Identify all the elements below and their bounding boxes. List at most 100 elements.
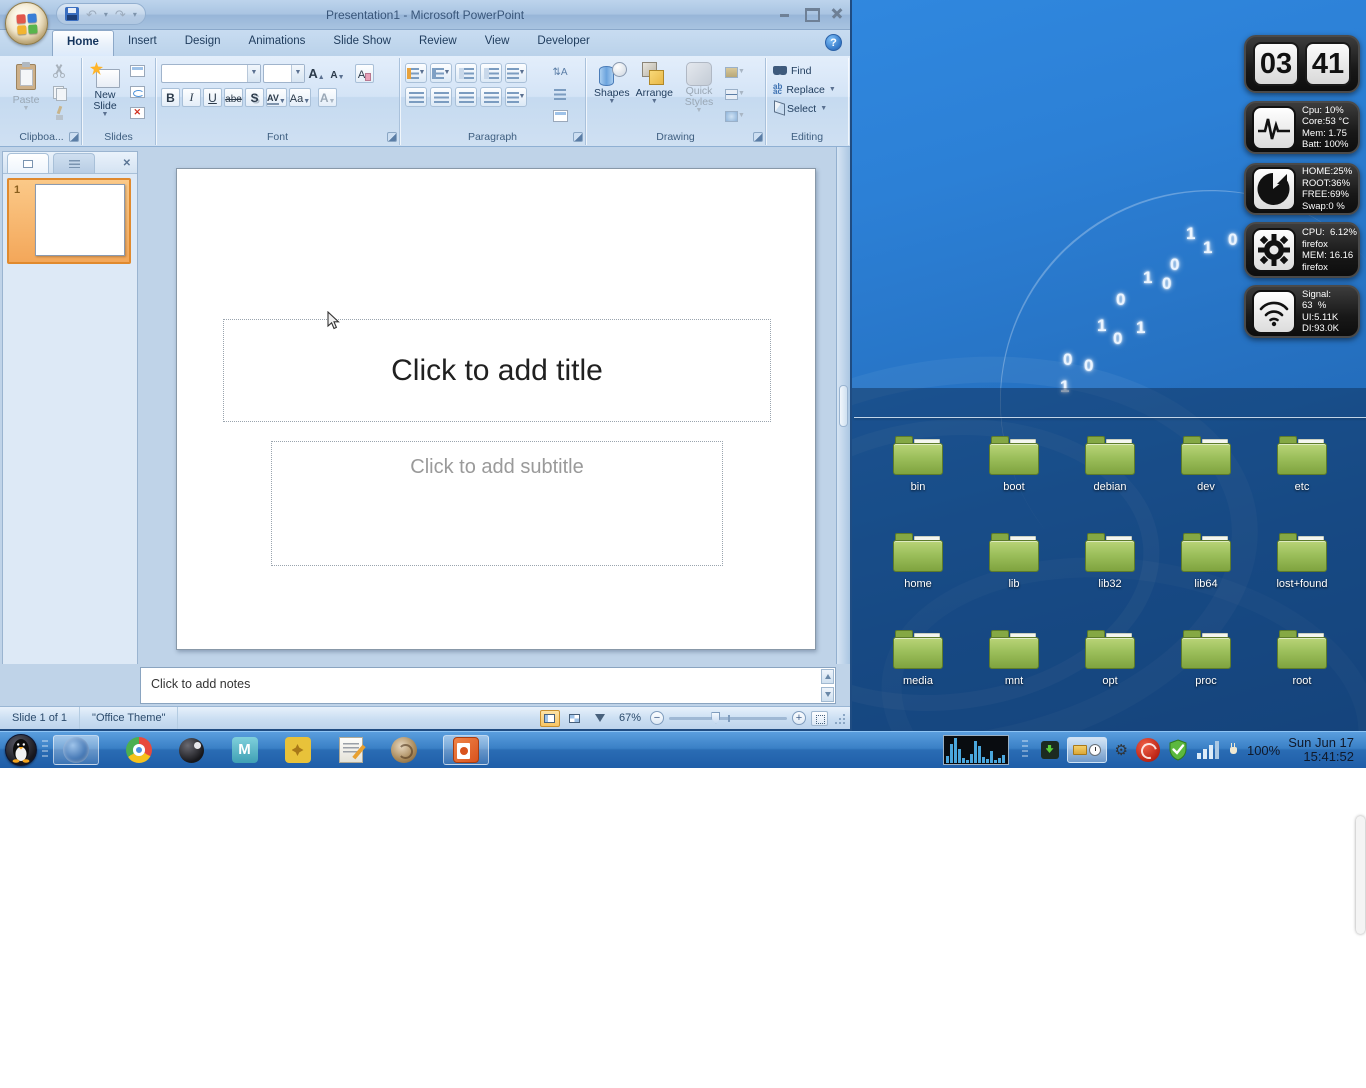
task-file-manager-active[interactable] — [53, 735, 99, 765]
slide-sorter-view-button[interactable] — [565, 710, 585, 727]
folder-dev[interactable]: dev — [1158, 428, 1254, 525]
format-painter-button[interactable] — [48, 103, 70, 123]
arrange-button[interactable]: Arrange ▼ — [635, 61, 674, 106]
folder-media[interactable]: media — [870, 622, 966, 719]
volume-level[interactable]: 100% — [1247, 743, 1280, 758]
tab-slide-show[interactable]: Slide Show — [319, 30, 405, 56]
redo-icon[interactable]: ↷ — [115, 8, 126, 21]
app-swirl-tray-icon[interactable] — [1136, 738, 1160, 762]
network-tray-icon[interactable] — [1196, 740, 1220, 760]
vertical-scrollbar-thumb[interactable] — [839, 385, 848, 427]
panel-close-icon[interactable]: ✕ — [123, 158, 131, 169]
close-icon[interactable] — [830, 7, 844, 19]
tab-developer[interactable]: Developer — [523, 30, 603, 56]
tab-home[interactable]: Home — [52, 30, 114, 56]
folder-proc[interactable]: proc — [1158, 622, 1254, 719]
font-color-button[interactable]: A▼ — [318, 88, 337, 107]
convert-smartart-button[interactable] — [549, 106, 571, 126]
shrink-font-button[interactable]: A▼ — [328, 64, 347, 83]
subtitle-placeholder[interactable]: Click to add subtitle — [271, 441, 723, 566]
text-shadow-button[interactable]: S — [245, 88, 264, 107]
update-tray-icon[interactable] — [1041, 741, 1059, 759]
folder-root[interactable]: root — [1254, 622, 1350, 719]
layout-button[interactable] — [126, 61, 148, 81]
folder-boot[interactable]: boot — [966, 428, 1062, 525]
drawing-dialog-launcher-icon[interactable] — [753, 132, 763, 142]
slide-show-view-button[interactable] — [590, 710, 610, 727]
settings-tray-icon[interactable]: ⚙ — [1115, 743, 1128, 758]
delete-slide-button[interactable] — [126, 103, 148, 123]
folder-lib64[interactable]: lib64 — [1158, 525, 1254, 622]
align-right-button[interactable] — [455, 87, 477, 107]
columns-button[interactable]: ▼ — [505, 87, 527, 107]
paragraph-dialog-launcher-icon[interactable] — [573, 132, 583, 142]
shape-fill-button[interactable]: ▼ — [724, 62, 746, 82]
outline-tab[interactable] — [53, 153, 95, 173]
folder-bin[interactable]: bin — [870, 428, 966, 525]
grow-font-button[interactable]: A▲ — [307, 64, 326, 83]
copy-button[interactable] — [48, 82, 70, 102]
underline-button[interactable]: U — [203, 88, 222, 107]
folder-etc[interactable]: etc — [1254, 428, 1350, 525]
bullets-button[interactable]: ▼ — [405, 63, 427, 83]
help-icon[interactable]: ? — [825, 34, 842, 51]
shape-outline-button[interactable]: ▼ — [724, 84, 746, 104]
scrollbar-track[interactable] — [1356, 936, 1365, 1088]
editor-launcher[interactable]: M — [231, 737, 258, 764]
task-powerpoint-active[interactable] — [443, 735, 489, 765]
security-tray-icon[interactable] — [1168, 739, 1188, 761]
align-left-button[interactable] — [405, 87, 427, 107]
scrollbar-thumb[interactable] — [1356, 816, 1365, 934]
normal-view-button[interactable] — [540, 710, 560, 727]
shapes-button[interactable]: Shapes ▼ — [593, 61, 631, 106]
tab-view[interactable]: View — [471, 30, 524, 56]
font-size-combobox[interactable]: ▼ — [263, 64, 305, 83]
office-button[interactable] — [5, 2, 48, 45]
folder-opt[interactable]: opt — [1062, 622, 1158, 719]
text-direction-button[interactable]: ⇅A — [549, 62, 571, 82]
tab-insert[interactable]: Insert — [114, 30, 171, 56]
resize-grip[interactable] — [833, 712, 846, 725]
shell-launcher[interactable] — [390, 737, 417, 764]
zoom-level[interactable]: 67% — [619, 712, 641, 724]
folder-lib32[interactable]: lib32 — [1062, 525, 1158, 622]
replace-button[interactable]: abac Replace ▼ — [769, 80, 845, 99]
start-menu-button[interactable] — [5, 734, 37, 766]
strikethrough-button[interactable]: abe — [224, 88, 243, 107]
vertical-scrollbar[interactable] — [836, 147, 850, 664]
reset-button[interactable] — [126, 82, 148, 102]
folder-mnt[interactable]: mnt — [966, 622, 1062, 719]
undo-caret-icon[interactable]: ▾ — [104, 10, 108, 19]
italic-button[interactable]: I — [182, 88, 201, 107]
slides-tab[interactable] — [7, 153, 49, 173]
tray-clock[interactable]: Sun Jun 17 15:41:52 — [1288, 736, 1358, 764]
shape-effects-button[interactable]: ▼ — [724, 106, 746, 126]
font-name-combobox[interactable]: ▼ — [161, 64, 261, 83]
line-spacing-button[interactable]: ▼ — [505, 63, 527, 83]
chrome-launcher[interactable] — [125, 737, 152, 764]
tab-animations[interactable]: Animations — [235, 30, 320, 56]
zoom-in-button[interactable]: + — [792, 711, 806, 725]
decrease-indent-button[interactable] — [455, 63, 477, 83]
change-case-button[interactable]: Aa▼ — [289, 88, 311, 107]
qat-customize-icon[interactable]: ▾ — [133, 10, 137, 19]
quick-styles-button[interactable]: Quick Styles ▼ — [678, 61, 720, 115]
file-manager-tray-widget[interactable] — [1067, 737, 1107, 763]
title-placeholder[interactable]: Click to add title — [223, 319, 771, 422]
notes-scroll-up-icon[interactable] — [821, 669, 834, 684]
fit-to-window-button[interactable] — [811, 711, 828, 726]
folder-lost-found[interactable]: lost+found — [1254, 525, 1350, 622]
align-center-button[interactable] — [430, 87, 452, 107]
zoom-out-button[interactable]: − — [650, 711, 664, 725]
increase-indent-button[interactable] — [480, 63, 502, 83]
undo-icon[interactable]: ↶ — [86, 8, 97, 21]
tools-launcher[interactable] — [284, 737, 311, 764]
new-slide-button[interactable]: New Slide ▼ — [85, 61, 125, 123]
clipboard-dialog-launcher-icon[interactable] — [69, 132, 79, 142]
folder-lib[interactable]: lib — [966, 525, 1062, 622]
save-icon[interactable] — [65, 7, 79, 21]
slide[interactable]: Click to add title Click to add subtitle — [176, 168, 816, 650]
character-spacing-button[interactable]: AV▼ — [266, 88, 287, 107]
numbering-button[interactable]: ▼ — [430, 63, 452, 83]
select-button[interactable]: Select ▼ — [769, 99, 845, 118]
